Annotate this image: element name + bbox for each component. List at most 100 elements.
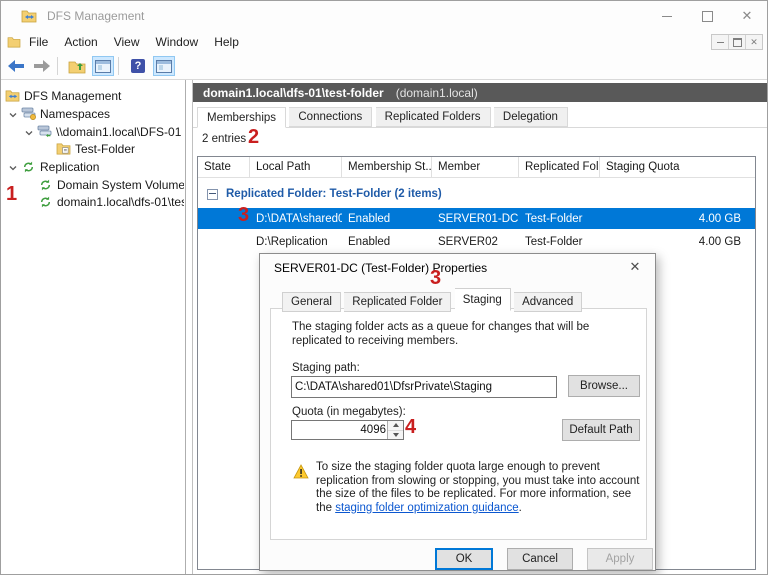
tree-item-label: DFS Management xyxy=(24,89,121,103)
column-header-member[interactable]: Member xyxy=(432,157,519,177)
cell-replicated-folder: Test-Folder xyxy=(519,236,600,248)
child-restore-icon[interactable] xyxy=(728,35,745,49)
console-tree-panel: DFS Management Namespaces \\domain1.loca… xyxy=(1,80,186,574)
tab-memberships[interactable]: Memberships xyxy=(197,107,286,128)
annotation-2: 2 xyxy=(248,126,259,149)
cell-staging-quota: 4.00 GB xyxy=(600,213,755,225)
menu-help[interactable]: Help xyxy=(206,32,247,52)
content-header-bar: domain1.local\dfs-01\test-folder (domain… xyxy=(193,83,767,102)
console-root-icon xyxy=(5,89,20,103)
tab-delegation[interactable]: Delegation xyxy=(494,107,568,127)
column-header-local-path[interactable]: Local Path xyxy=(250,157,342,177)
menu-file[interactable]: File xyxy=(21,32,56,52)
staging-path-input[interactable] xyxy=(291,376,557,398)
tree-item-label: Replication xyxy=(40,160,99,174)
staging-guidance-link[interactable]: staging folder optimization guidance xyxy=(335,502,518,514)
cell-staging-quota: 4.00 GB xyxy=(600,236,755,248)
tree-item-label: Test-Folder xyxy=(75,142,135,156)
quota-label: Quota (in megabytes): xyxy=(292,406,406,418)
toolbar: ? xyxy=(1,53,767,80)
dialog-tab-replicated-folder[interactable]: Replicated Folder xyxy=(344,292,451,312)
entries-count: 2 entries xyxy=(202,133,246,145)
dialog-title: SERVER01-DC (Test-Folder) Properties xyxy=(274,261,487,275)
cell-local-path: D:\DATA\shared01 xyxy=(250,213,342,225)
chevron-down-icon[interactable] xyxy=(8,162,18,172)
tree-item-label: Domain System Volume xyxy=(57,178,184,192)
dialog-close-icon[interactable]: ✕ xyxy=(625,258,645,276)
menu-window[interactable]: Window xyxy=(148,32,207,52)
tree-item-label: Namespaces xyxy=(40,107,110,121)
column-header-replicated-folder[interactable]: Replicated Fol... xyxy=(519,157,600,177)
properties-dialog: SERVER01-DC (Test-Folder) Properties ✕ G… xyxy=(259,253,656,571)
staging-description: The staging folder acts as a queue for c… xyxy=(292,320,628,348)
show-action-pane-icon[interactable] xyxy=(153,56,175,76)
minimize-icon[interactable] xyxy=(647,1,687,31)
maximize-icon[interactable] xyxy=(687,1,727,31)
tree-item-namespace-server[interactable]: \\domain1.local\DFS-01 xyxy=(24,123,184,140)
staging-warning-text: To size the staging folder quota large e… xyxy=(316,461,640,515)
dfs-management-window: DFS Management ✕ File Action View Window… xyxy=(0,0,768,575)
tree-item-label: domain1.local\dfs-01\test-folder xyxy=(57,195,184,209)
export-list-icon[interactable] xyxy=(66,56,88,76)
dialog-tab-general[interactable]: General xyxy=(282,292,341,312)
tab-replicated-folders[interactable]: Replicated Folders xyxy=(376,107,491,127)
close-icon[interactable]: ✕ xyxy=(727,1,767,31)
group-header-row[interactable]: Replicated Folder: Test-Folder (2 items) xyxy=(198,183,755,205)
console-window-icon xyxy=(7,36,21,48)
tree-item-dfs-management[interactable]: DFS Management xyxy=(5,87,121,104)
ok-button[interactable]: OK xyxy=(435,548,493,570)
child-minimize-icon[interactable] xyxy=(712,35,728,49)
tree-item-replication-group[interactable]: domain1.local\dfs-01\test-folder xyxy=(38,193,184,210)
table-row[interactable]: D:\DATA\shared01 Enabled SERVER01-DC Tes… xyxy=(198,208,755,229)
dialog-tab-advanced[interactable]: Advanced xyxy=(514,292,582,312)
staging-path-label: Staging path: xyxy=(292,362,360,374)
cancel-button[interactable]: Cancel xyxy=(507,548,573,570)
cell-membership-state: Enabled xyxy=(342,236,432,248)
replication-group-icon xyxy=(38,195,53,209)
cell-member: SERVER01-DC xyxy=(432,213,519,225)
tree-item-namespaces[interactable]: Namespaces xyxy=(8,105,110,122)
tree-item-domain-system-volume[interactable]: Domain System Volume xyxy=(38,176,184,193)
quota-input[interactable] xyxy=(292,421,388,439)
show-console-tree-icon[interactable] xyxy=(92,56,114,76)
table-row[interactable]: D:\Replication Enabled SERVER02 Test-Fol… xyxy=(198,231,755,252)
quota-spinner xyxy=(291,420,404,440)
child-close-icon[interactable]: ✕ xyxy=(745,35,762,49)
replication-group-icon xyxy=(38,178,53,192)
cell-replicated-folder: Test-Folder xyxy=(519,213,600,225)
collapse-icon[interactable] xyxy=(207,189,218,200)
toolbar-separator xyxy=(57,57,58,75)
forward-icon[interactable] xyxy=(31,56,53,76)
menu-action[interactable]: Action xyxy=(56,32,105,52)
back-icon[interactable] xyxy=(5,56,27,76)
namespaces-icon xyxy=(21,107,36,121)
panel-divider xyxy=(192,80,193,574)
dialog-tab-staging[interactable]: Staging xyxy=(455,288,511,311)
annotation-3-row: 3 xyxy=(238,204,249,227)
toolbar-separator xyxy=(118,57,119,75)
tree-item-test-folder[interactable]: Test-Folder xyxy=(56,140,135,157)
column-header-membership-state[interactable]: Membership St... xyxy=(342,157,432,177)
tab-connections[interactable]: Connections xyxy=(289,107,372,127)
spinner-down-icon[interactable] xyxy=(388,430,403,440)
chevron-down-icon[interactable] xyxy=(24,127,34,137)
replication-icon xyxy=(21,160,36,174)
help-icon[interactable]: ? xyxy=(127,56,149,76)
cell-membership-state: Enabled xyxy=(342,213,432,225)
namespace-icon xyxy=(37,125,52,139)
browse-button[interactable]: Browse... xyxy=(568,375,640,397)
warning-text-suffix: . xyxy=(519,502,522,514)
content-tab-strip: Memberships Connections Replicated Folde… xyxy=(193,105,767,128)
group-label: Replicated Folder: Test-Folder (2 items) xyxy=(226,188,442,200)
default-path-button[interactable]: Default Path xyxy=(562,419,640,441)
column-header-state[interactable]: State xyxy=(198,157,250,177)
cell-member: SERVER02 xyxy=(432,236,519,248)
column-header-staging-quota[interactable]: Staging Quota xyxy=(600,157,755,177)
folder-target-icon xyxy=(56,142,71,156)
tree-item-replication[interactable]: Replication xyxy=(8,158,99,175)
menu-view[interactable]: View xyxy=(106,32,148,52)
chevron-down-icon[interactable] xyxy=(8,109,18,119)
dialog-tab-strip: General Replicated Folder Staging Advanc… xyxy=(282,290,582,310)
menu-bar: File Action View Window Help ✕ xyxy=(1,31,767,53)
spinner-up-icon[interactable] xyxy=(388,421,403,430)
